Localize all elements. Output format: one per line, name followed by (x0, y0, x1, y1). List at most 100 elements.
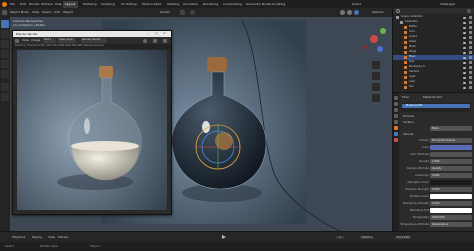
property-field[interactable] (430, 194, 472, 199)
timeline-marker-menu[interactable]: Marker (58, 235, 68, 239)
render-visibility-icon[interactable] (469, 41, 472, 44)
tab-compositing[interactable]: Compositing (223, 2, 242, 6)
render-window[interactable]: Blender Render – □ × View Image Slot 1 V… (12, 30, 172, 215)
menu-render[interactable]: Render (29, 2, 40, 6)
tab-texture-paint[interactable]: Texture Paint (142, 2, 161, 6)
render-visibility-icon[interactable] (469, 16, 472, 19)
timeline-view-menu[interactable]: View (48, 235, 55, 239)
property-field[interactable]: density (430, 166, 472, 171)
play-button-icon[interactable] (222, 235, 226, 239)
visibility-eye-icon[interactable] (463, 26, 466, 29)
maximize-icon[interactable]: □ (155, 32, 158, 35)
menu-add[interactable]: Add (54, 11, 60, 14)
render-slot-dropdown[interactable]: Slot 1 (43, 38, 56, 43)
transform-orientation-dropdown[interactable]: Global (160, 11, 170, 14)
visibility-eye-icon[interactable] (463, 51, 466, 54)
object-props-icon[interactable] (394, 126, 398, 130)
move-tool-icon[interactable] (1, 40, 9, 48)
section-preview[interactable]: Preview (403, 115, 414, 118)
annotate-tool-icon[interactable] (1, 83, 9, 91)
scale-tool-icon[interactable] (1, 60, 9, 68)
property-field[interactable]: 1.000 (430, 159, 472, 164)
render-visibility-icon[interactable] (469, 21, 472, 24)
outliner-search-icon[interactable] (396, 9, 400, 13)
scene-selector[interactable]: Scene (352, 2, 361, 6)
pin-icon[interactable] (143, 38, 147, 43)
material-props-icon[interactable] (394, 138, 398, 142)
outliner-item[interactable]: Sun (393, 85, 474, 90)
render-visibility-icon[interactable] (469, 71, 472, 74)
visibility-eye-icon[interactable] (463, 71, 466, 74)
render-visibility-icon[interactable] (469, 76, 472, 79)
visibility-eye-icon[interactable] (463, 81, 466, 84)
tab-shading[interactable]: Shading (167, 2, 179, 6)
output-props-icon[interactable] (394, 108, 398, 112)
world-props-icon[interactable] (394, 120, 398, 124)
render-visibility-icon[interactable] (469, 56, 472, 59)
snap-icon[interactable] (180, 10, 185, 15)
shading-rendered-icon[interactable] (354, 10, 359, 15)
editor-type-icon[interactable] (2, 10, 7, 15)
tab-uv-editing[interactable]: UV Editing (121, 2, 137, 6)
blender-logo-icon[interactable] (2, 1, 7, 7)
tool-props-icon[interactable] (394, 96, 398, 100)
ortho-toggle-icon[interactable] (372, 94, 380, 102)
property-field[interactable]: temperature (430, 222, 472, 227)
object-mode-dropdown[interactable]: Object Mode (10, 11, 29, 14)
property-field[interactable] (430, 208, 472, 213)
property-field[interactable] (430, 152, 472, 157)
camera-view-icon[interactable] (372, 83, 380, 91)
section-volume[interactable]: Volume (403, 133, 413, 136)
property-field[interactable]: 0.000 (430, 187, 472, 192)
property-field[interactable]: 0.000 (430, 201, 472, 206)
tab-layout[interactable]: Layout (65, 2, 75, 6)
menu-window[interactable]: Window (41, 2, 53, 6)
render-result-dropdown[interactable]: Render Result (81, 38, 107, 43)
menu-help[interactable]: Help (55, 2, 62, 6)
display-channels-icon[interactable] (153, 38, 157, 43)
end-frame-field[interactable]: End 250 (395, 235, 412, 239)
property-field[interactable] (430, 180, 472, 185)
timeline-keying-menu[interactable]: Keying (32, 235, 42, 239)
tab-scripting[interactable]: Scripting (272, 2, 285, 6)
tab-rendering[interactable]: Rendering (203, 2, 218, 6)
material-slot-selected[interactable]: Material.003 (402, 104, 470, 108)
proportional-edit-icon[interactable] (190, 10, 195, 15)
tab-modeling[interactable]: Modeling (83, 2, 97, 6)
visibility-eye-icon[interactable] (463, 66, 466, 69)
render-visibility-icon[interactable] (469, 61, 472, 64)
visibility-eye-icon[interactable] (463, 16, 466, 19)
menu-view[interactable]: View (32, 11, 39, 14)
shading-material-icon[interactable] (347, 10, 352, 15)
options-dropdown[interactable]: Options (372, 11, 384, 14)
current-frame-field[interactable]: 1 (336, 235, 344, 239)
property-field[interactable]: 0.000 (430, 173, 472, 178)
menu-edit[interactable]: Edit (20, 2, 26, 6)
render-visibility-icon[interactable] (469, 81, 472, 84)
visibility-eye-icon[interactable] (463, 21, 466, 24)
render-visibility-icon[interactable] (469, 86, 472, 89)
render-menu-view[interactable]: View (22, 39, 29, 42)
tab-sculpting[interactable]: Sculpting (101, 2, 115, 6)
sidebar-toggle-icon[interactable] (163, 38, 167, 43)
timeline-playback-menu[interactable]: Playback (12, 235, 25, 239)
menu-file[interactable]: File (10, 2, 15, 6)
property-field[interactable]: Principled Volume (430, 138, 472, 143)
render-visibility-icon[interactable] (469, 46, 472, 49)
cursor-tool-icon[interactable] (1, 30, 9, 38)
zoom-icon[interactable] (372, 61, 380, 69)
visibility-eye-icon[interactable] (463, 41, 466, 44)
surface-field[interactable]: None (430, 126, 472, 131)
property-field[interactable]: 1000.000 (430, 215, 472, 220)
material-slot-list[interactable]: Material.003 (401, 103, 471, 112)
visibility-eye-icon[interactable] (463, 86, 466, 89)
pan-icon[interactable] (372, 72, 380, 80)
render-visibility-icon[interactable] (469, 26, 472, 29)
image-editor-icon[interactable] (15, 38, 19, 43)
property-field[interactable] (430, 145, 472, 150)
minimize-icon[interactable]: – (147, 32, 149, 35)
render-menu-image[interactable]: Image (31, 39, 40, 42)
menu-select[interactable]: Select (42, 11, 51, 14)
transform-tool-icon[interactable] (1, 70, 9, 78)
view-layer-selector[interactable]: ViewLayer (440, 2, 455, 6)
